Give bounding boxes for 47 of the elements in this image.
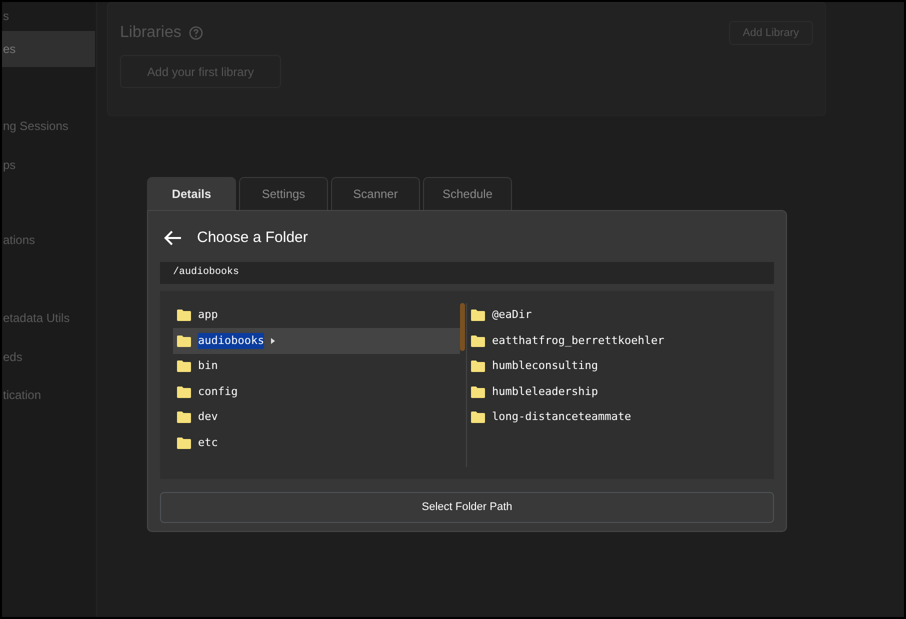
folder-icon — [471, 411, 485, 424]
folder-icon — [471, 386, 485, 398]
folder-icon — [177, 436, 191, 449]
folder-name: app — [198, 307, 218, 323]
caret-right-icon — [271, 338, 276, 344]
folder-icon — [471, 309, 485, 322]
folder-icon — [177, 411, 191, 424]
folder-name: etc — [198, 434, 218, 450]
sidebar-item[interactable]: ations — [2, 222, 95, 258]
sidebar-item[interactable]: eds — [2, 339, 95, 375]
back-arrow-icon[interactable] — [164, 230, 182, 246]
folder-row[interactable]: etc — [173, 430, 460, 456]
folder-icon — [177, 386, 191, 398]
folder-name: bin — [198, 358, 218, 374]
folder-row[interactable]: app — [173, 302, 460, 328]
folder-name: config — [198, 384, 238, 400]
sidebar-item[interactable]: s — [2, 2, 95, 34]
folder-icon — [177, 360, 191, 372]
sidebar-item[interactable]: ng Sessions — [2, 108, 95, 144]
sidebar-item[interactable]: es — [2, 31, 95, 67]
sidebar-item[interactable]: ps — [2, 147, 95, 183]
tab[interactable]: Settings — [239, 177, 328, 210]
folder-icon — [177, 334, 191, 347]
folder-name: humbleleadership — [492, 384, 598, 400]
folder-row[interactable]: audiobooks — [173, 328, 460, 354]
tab[interactable]: Schedule — [423, 177, 512, 210]
sidebar-item[interactable]: tication — [2, 377, 95, 413]
help-icon — [189, 26, 204, 40]
folder-name: dev — [198, 409, 218, 425]
path-field: /audiobooks — [160, 262, 774, 284]
folder-row[interactable]: config — [173, 379, 460, 404]
folder-row[interactable]: bin — [173, 354, 460, 379]
folder-icon — [471, 334, 485, 347]
folder-icon — [177, 309, 191, 322]
tab[interactable]: Details — [147, 177, 236, 210]
folder-name: audiobooks — [198, 332, 264, 349]
folder-icon — [471, 360, 485, 372]
sidebar-item[interactable]: etadata Utils — [2, 300, 95, 336]
folder-name: @eaDir — [492, 307, 532, 323]
folder-name: humbleconsulting — [492, 358, 598, 374]
folder-name: eatthatfrog_berrettkoehler — [492, 332, 664, 349]
folder-name: long-distanceteammate — [492, 409, 632, 425]
select-folder-path-button[interactable]: Select Folder Path — [160, 492, 774, 522]
modal-title: Choose a Folder — [197, 228, 308, 248]
tab[interactable]: Scanner — [331, 177, 420, 210]
folder-row[interactable]: dev — [173, 404, 460, 430]
scrollbar-thumb — [460, 302, 465, 350]
